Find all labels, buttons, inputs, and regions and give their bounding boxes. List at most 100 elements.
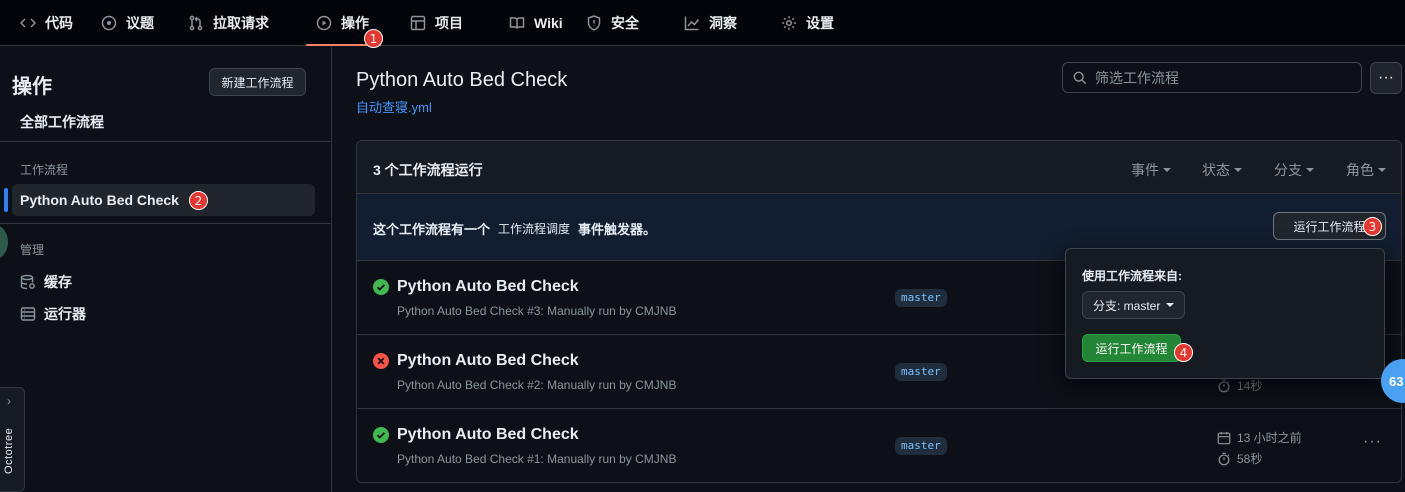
database-icon bbox=[20, 274, 35, 290]
filter-actor[interactable]: 角色 bbox=[1346, 160, 1386, 180]
server-icon bbox=[20, 307, 36, 321]
actions-sidebar: 操作 新建工作流程 全部工作流程 工作流程 Python Auto Bed Ch… bbox=[0, 46, 332, 492]
dispatch-text-2: 事件触发器。 bbox=[578, 222, 657, 237]
code-icon bbox=[20, 17, 36, 28]
sidebar-item-runners[interactable]: 运行器 bbox=[20, 304, 86, 324]
dispatch-code: 工作流程调度 bbox=[498, 222, 571, 236]
search-icon bbox=[1073, 71, 1087, 84]
run-count: 3 个工作流程运行 bbox=[373, 162, 483, 178]
filter-workflows-search[interactable] bbox=[1062, 62, 1362, 93]
repo-nav: 代码 议题 拉取请求 操作 项目 Wiki 安全 洞察 设置 bbox=[0, 0, 1405, 46]
tab-insights-label: 洞察 bbox=[709, 14, 737, 31]
branch-select[interactable]: 分支: master bbox=[1082, 291, 1186, 319]
shield-icon bbox=[587, 14, 601, 31]
branch-label[interactable]: master bbox=[895, 289, 947, 307]
avatar bbox=[0, 224, 8, 260]
tab-code[interactable]: 代码 bbox=[20, 0, 73, 45]
tab-projects[interactable]: 项目 bbox=[410, 0, 463, 45]
cache-label: 缓存 bbox=[44, 274, 72, 290]
tab-security[interactable]: 安全 bbox=[586, 0, 639, 45]
run-workflow-popover: 使用工作流程来自: 分支: master 运行工作流程 bbox=[1065, 248, 1385, 379]
tab-issues[interactable]: 议题 bbox=[101, 0, 154, 45]
tab-wiki[interactable]: Wiki bbox=[509, 0, 563, 45]
annotation-badge-3: 3 bbox=[1363, 217, 1382, 236]
sidebar-title: 操作 bbox=[12, 76, 52, 98]
caret-down-icon bbox=[1234, 168, 1242, 172]
run-meta: Python Auto Bed Check #3: Manually run b… bbox=[397, 304, 677, 318]
branch-label[interactable]: master bbox=[895, 363, 947, 381]
tab-pull-requests-label: 拉取请求 bbox=[213, 14, 269, 31]
filter-branch-label: 分支 bbox=[1274, 162, 1302, 178]
x-circle-icon bbox=[373, 353, 389, 369]
play-icon bbox=[316, 15, 332, 30]
manage-section-label: 管理 bbox=[20, 243, 45, 257]
caret-down-icon bbox=[1378, 168, 1386, 172]
filter-event[interactable]: 事件 bbox=[1131, 160, 1171, 180]
duration-text: 58秒 bbox=[1237, 452, 1263, 466]
more-options-button[interactable]: ··· bbox=[1370, 62, 1402, 94]
tab-insights[interactable]: 洞察 bbox=[684, 0, 737, 45]
run-duration: 14秒 bbox=[1217, 377, 1262, 394]
filter-status-label: 状态 bbox=[1202, 162, 1230, 178]
issue-icon bbox=[101, 15, 117, 30]
run-title[interactable]: Python Auto Bed Check bbox=[397, 278, 579, 296]
run-title[interactable]: Python Auto Bed Check bbox=[397, 352, 579, 370]
book-icon bbox=[509, 16, 525, 29]
new-workflow-button[interactable]: 新建工作流程 bbox=[209, 68, 306, 96]
check-circle-icon bbox=[373, 427, 389, 443]
caret-down-icon bbox=[1306, 168, 1314, 172]
tab-actions-label: 操作 bbox=[341, 14, 369, 31]
confirm-run-workflow-button[interactable]: 运行工作流程 bbox=[1082, 334, 1181, 362]
octotree-toggle[interactable]: › Octotree bbox=[0, 387, 25, 492]
annotation-badge-4: 4 bbox=[1174, 343, 1193, 362]
stopwatch-icon bbox=[1218, 452, 1230, 465]
tab-wiki-label: Wiki bbox=[534, 14, 563, 31]
tab-settings[interactable]: 设置 bbox=[781, 0, 834, 45]
tab-actions[interactable]: 操作 bbox=[306, 0, 381, 46]
caret-down-icon bbox=[1163, 168, 1171, 172]
popover-title: 使用工作流程来自: bbox=[1082, 269, 1182, 283]
tab-projects-label: 项目 bbox=[435, 14, 463, 31]
runners-label: 运行器 bbox=[44, 306, 86, 322]
selected-workflow-label: Python Auto Bed Check bbox=[20, 192, 179, 208]
dispatch-text: 这个工作流程有一个 工作流程调度 事件触发器。 bbox=[373, 219, 656, 238]
kebab-icon: ··· bbox=[1378, 69, 1394, 86]
branch-label[interactable]: master bbox=[895, 437, 947, 455]
annotation-badge-1: 1 bbox=[364, 29, 383, 48]
pull-request-icon bbox=[189, 15, 203, 30]
workflows-section-label: 工作流程 bbox=[20, 163, 69, 177]
sidebar-item-selected-workflow[interactable]: Python Auto Bed Check bbox=[4, 184, 315, 216]
table-icon bbox=[410, 15, 426, 30]
filter-actor-label: 角色 bbox=[1346, 162, 1374, 178]
annotation-badge-2: 2 bbox=[189, 191, 208, 210]
tab-code-label: 代码 bbox=[45, 14, 73, 31]
octotree-label: Octotree bbox=[3, 427, 15, 474]
tab-settings-label: 设置 bbox=[806, 14, 834, 31]
tab-issues-label: 议题 bbox=[126, 14, 154, 31]
run-menu-button[interactable]: ··· bbox=[1363, 433, 1382, 451]
sidebar-item-all-workflows[interactable]: 全部工作流程 bbox=[20, 112, 104, 132]
run-title[interactable]: Python Auto Bed Check bbox=[397, 426, 579, 444]
branch-select-label: 分支: master bbox=[1093, 298, 1161, 313]
graph-icon bbox=[684, 16, 700, 30]
run-duration: 58秒 bbox=[1217, 450, 1262, 467]
workflow-title: Python Auto Bed Check bbox=[356, 69, 568, 91]
sidebar-item-cache[interactable]: 缓存 bbox=[20, 272, 72, 292]
caret-down-icon bbox=[1166, 303, 1175, 307]
run-time-ago: 13 小时之前 bbox=[1217, 429, 1302, 446]
workflow-file-link[interactable]: 自动查寝.yml bbox=[356, 97, 432, 116]
time-ago-text: 13 小时之前 bbox=[1237, 431, 1302, 445]
stopwatch-icon bbox=[1218, 379, 1230, 392]
chevron-right-icon: › bbox=[7, 394, 11, 408]
run-meta: Python Auto Bed Check #1: Manually run b… bbox=[397, 452, 677, 466]
tab-security-label: 安全 bbox=[611, 14, 639, 31]
table-row[interactable]: Python Auto Bed Check Python Auto Bed Ch… bbox=[357, 409, 1401, 482]
filter-branch[interactable]: 分支 bbox=[1274, 160, 1314, 180]
tab-pull-requests[interactable]: 拉取请求 bbox=[188, 0, 269, 45]
kebab-icon: ··· bbox=[1363, 433, 1382, 450]
divider bbox=[0, 141, 331, 142]
filter-status[interactable]: 状态 bbox=[1202, 160, 1242, 180]
filter-event-label: 事件 bbox=[1131, 162, 1159, 178]
search-input[interactable] bbox=[1095, 69, 1335, 86]
run-meta: Python Auto Bed Check #2: Manually run b… bbox=[397, 378, 677, 392]
